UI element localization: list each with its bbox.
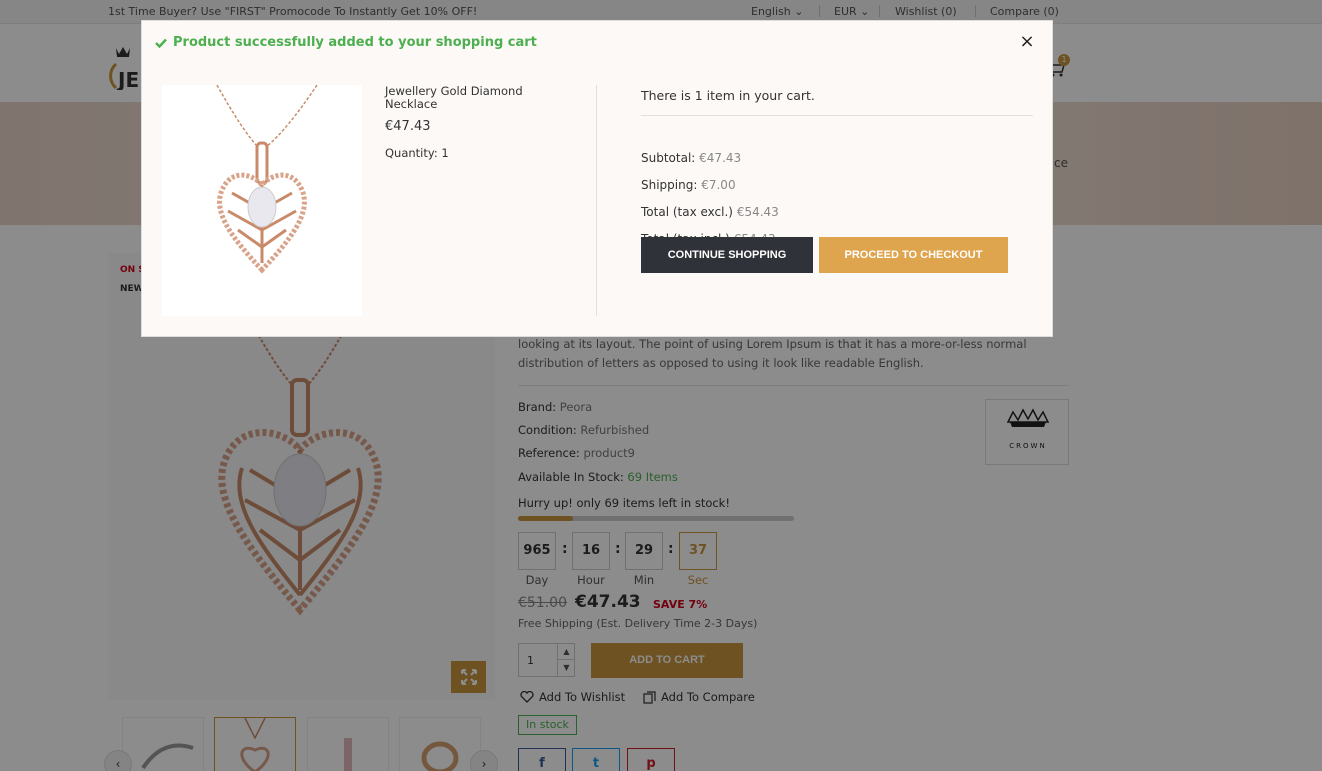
modal-title: Product successfully added to your shopp… (155, 35, 537, 50)
shipping-value: €7.00 (701, 178, 736, 192)
modal-product-quantity: Quantity: 1 (385, 146, 449, 160)
modal-product-price: €47.43 (385, 119, 431, 134)
modal-product-name[interactable]: Jewellery Gold Diamond Necklace (385, 85, 575, 111)
divider (641, 115, 1033, 116)
cart-confirmation-modal: Product successfully added to your shopp… (141, 20, 1053, 337)
modal-header: Product successfully added to your shopp… (142, 21, 1052, 65)
cart-item-count: There is 1 item in your cart. (641, 88, 815, 103)
modal-title-text: Product successfully added to your shopp… (173, 35, 537, 50)
check-icon (155, 38, 167, 48)
total-excl-value: €54.43 (736, 205, 779, 219)
close-icon[interactable]: × (1016, 31, 1038, 53)
subtotal-label: Subtotal: (641, 151, 696, 165)
shipping-label: Shipping: (641, 178, 698, 192)
subtotal-row: Subtotal: €47.43 (641, 151, 741, 165)
total-excl-label: Total (tax excl.) (641, 205, 733, 219)
divider (596, 85, 597, 316)
subtotal-value: €47.43 (699, 151, 742, 165)
modal-product-image (162, 84, 362, 316)
continue-shopping-button[interactable]: CONTINUE SHOPPING (641, 237, 813, 273)
proceed-to-checkout-button[interactable]: PROCEED TO CHECKOUT (819, 237, 1008, 273)
shipping-row: Shipping: €7.00 (641, 178, 736, 192)
total-excl-row: Total (tax excl.) €54.43 (641, 205, 779, 219)
modal-body: Jewellery Gold Diamond Necklace €47.43 Q… (142, 65, 1052, 336)
necklace-image (216, 84, 318, 274)
